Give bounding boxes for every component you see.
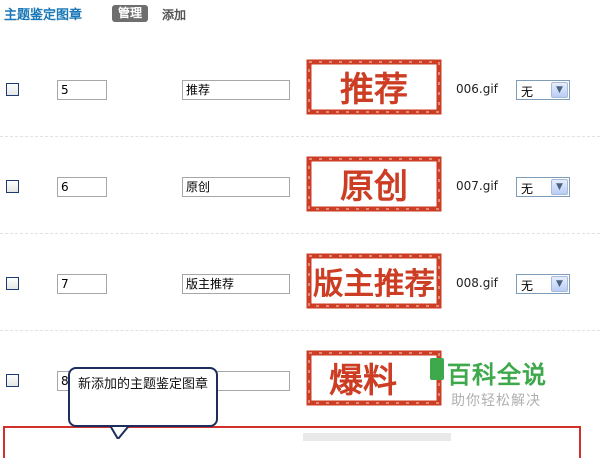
tab-add[interactable]: 添加 bbox=[162, 6, 186, 23]
stamp-label: 爆料 bbox=[329, 361, 397, 401]
order-input[interactable]: 6 bbox=[57, 177, 107, 197]
chevron-down-icon[interactable]: ▼ bbox=[551, 179, 568, 195]
stamp-filename: 008.gif bbox=[456, 276, 498, 290]
row-checkbox[interactable] bbox=[6, 374, 19, 387]
stamp-image: 爆料 bbox=[306, 350, 442, 406]
stamp-label: 推荐 bbox=[340, 70, 408, 110]
chevron-down-icon[interactable]: ▼ bbox=[551, 276, 568, 292]
new-row-stamp-placeholder bbox=[303, 433, 451, 441]
page-header: 主题鉴定图章 管理 添加 bbox=[0, 0, 600, 28]
stamp-label: 版主推荐 bbox=[313, 267, 435, 302]
stamp-label: 原创 bbox=[340, 167, 408, 207]
select-value: 无 bbox=[521, 85, 534, 99]
stamp-image: 推荐 bbox=[306, 59, 442, 115]
row-checkbox[interactable] bbox=[6, 83, 19, 96]
stamp-level-select[interactable]: 无 ▼ bbox=[516, 80, 570, 100]
page-title: 主题鉴定图章 bbox=[4, 8, 83, 23]
stamp-row: 5 推荐 推荐 006.gif 无 ▼ bbox=[0, 40, 600, 137]
row-checkbox[interactable] bbox=[6, 180, 19, 193]
chevron-down-icon[interactable]: ▼ bbox=[551, 82, 568, 98]
tab-manage[interactable]: 管理 bbox=[112, 5, 149, 22]
stamp-level-select[interactable]: 无 ▼ bbox=[516, 177, 570, 197]
stamp-image: 原创 bbox=[306, 156, 442, 212]
order-input[interactable]: 7 bbox=[57, 274, 107, 294]
stamp-level-select[interactable]: 无 ▼ bbox=[516, 274, 570, 294]
watermark-logo-icon bbox=[430, 358, 444, 380]
select-value: 无 bbox=[521, 279, 534, 293]
new-row-highlight bbox=[3, 426, 581, 458]
name-input[interactable]: 推荐 bbox=[182, 80, 290, 100]
callout-text: 新添加的主题鉴定图章 bbox=[77, 377, 208, 392]
watermark-title: 百科全说 bbox=[447, 361, 547, 389]
select-value: 无 bbox=[521, 182, 534, 196]
name-input[interactable]: 原创 bbox=[182, 177, 290, 197]
watermark-subtitle: 助你轻松解决 bbox=[451, 393, 541, 409]
stamp-row: 7 版主推荐 版主推荐 008.gif 无 ▼ bbox=[0, 234, 600, 331]
name-input[interactable]: 版主推荐 bbox=[182, 274, 290, 294]
row-checkbox[interactable] bbox=[6, 277, 19, 290]
callout-bubble: 新添加的主题鉴定图章 bbox=[68, 367, 218, 427]
stamp-image: 版主推荐 bbox=[306, 253, 442, 309]
stamp-filename: 007.gif bbox=[456, 179, 498, 193]
order-input[interactable]: 5 bbox=[57, 80, 107, 100]
stamp-row: 6 原创 原创 007.gif 无 ▼ bbox=[0, 137, 600, 234]
stamp-filename: 006.gif bbox=[456, 82, 498, 96]
